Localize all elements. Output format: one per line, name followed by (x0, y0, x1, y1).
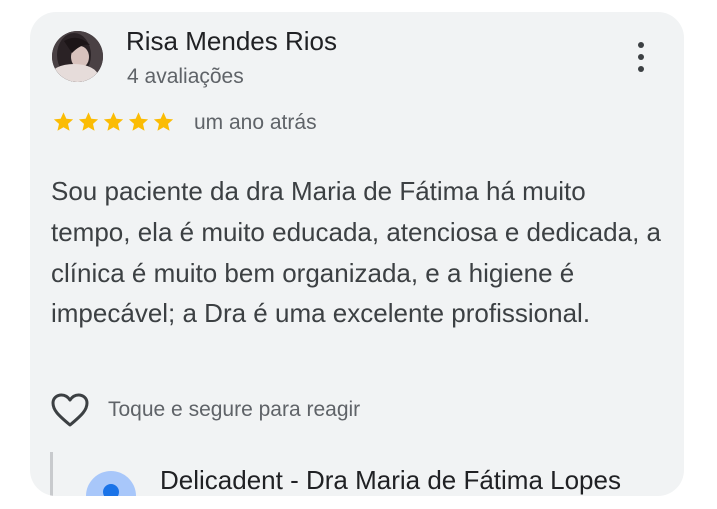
reply-divider (50, 452, 53, 496)
more-vert-icon (638, 42, 644, 48)
star-icon (153, 112, 174, 131)
react-button[interactable]: Toque e segure para reagir (50, 392, 360, 428)
react-label: Toque e segure para reagir (108, 398, 361, 421)
more-options-button[interactable] (626, 40, 656, 74)
owner-reply-name: Delicadent - Dra Maria de Fátima Lopes (160, 465, 621, 495)
star-icon (128, 112, 149, 131)
star-icon (103, 112, 124, 131)
review-date: um ano atrás (194, 111, 317, 134)
heart-outline-icon (51, 393, 89, 427)
star-rating (52, 111, 175, 133)
star-icon (53, 112, 74, 131)
review-text: Sou paciente da dra Maria de Fátima há m… (51, 176, 661, 329)
reviewer-review-count: 4 avaliações (127, 65, 244, 88)
person-icon (103, 484, 119, 496)
reviewer-name[interactable]: Risa Mendes Rios (126, 26, 337, 57)
review-card: Risa Mendes Rios 4 avaliações um ano atr… (30, 12, 684, 496)
owner-avatar[interactable] (86, 471, 136, 496)
reviewer-photo (52, 31, 103, 82)
reviewer-avatar[interactable] (52, 31, 103, 82)
star-icon (78, 112, 99, 131)
